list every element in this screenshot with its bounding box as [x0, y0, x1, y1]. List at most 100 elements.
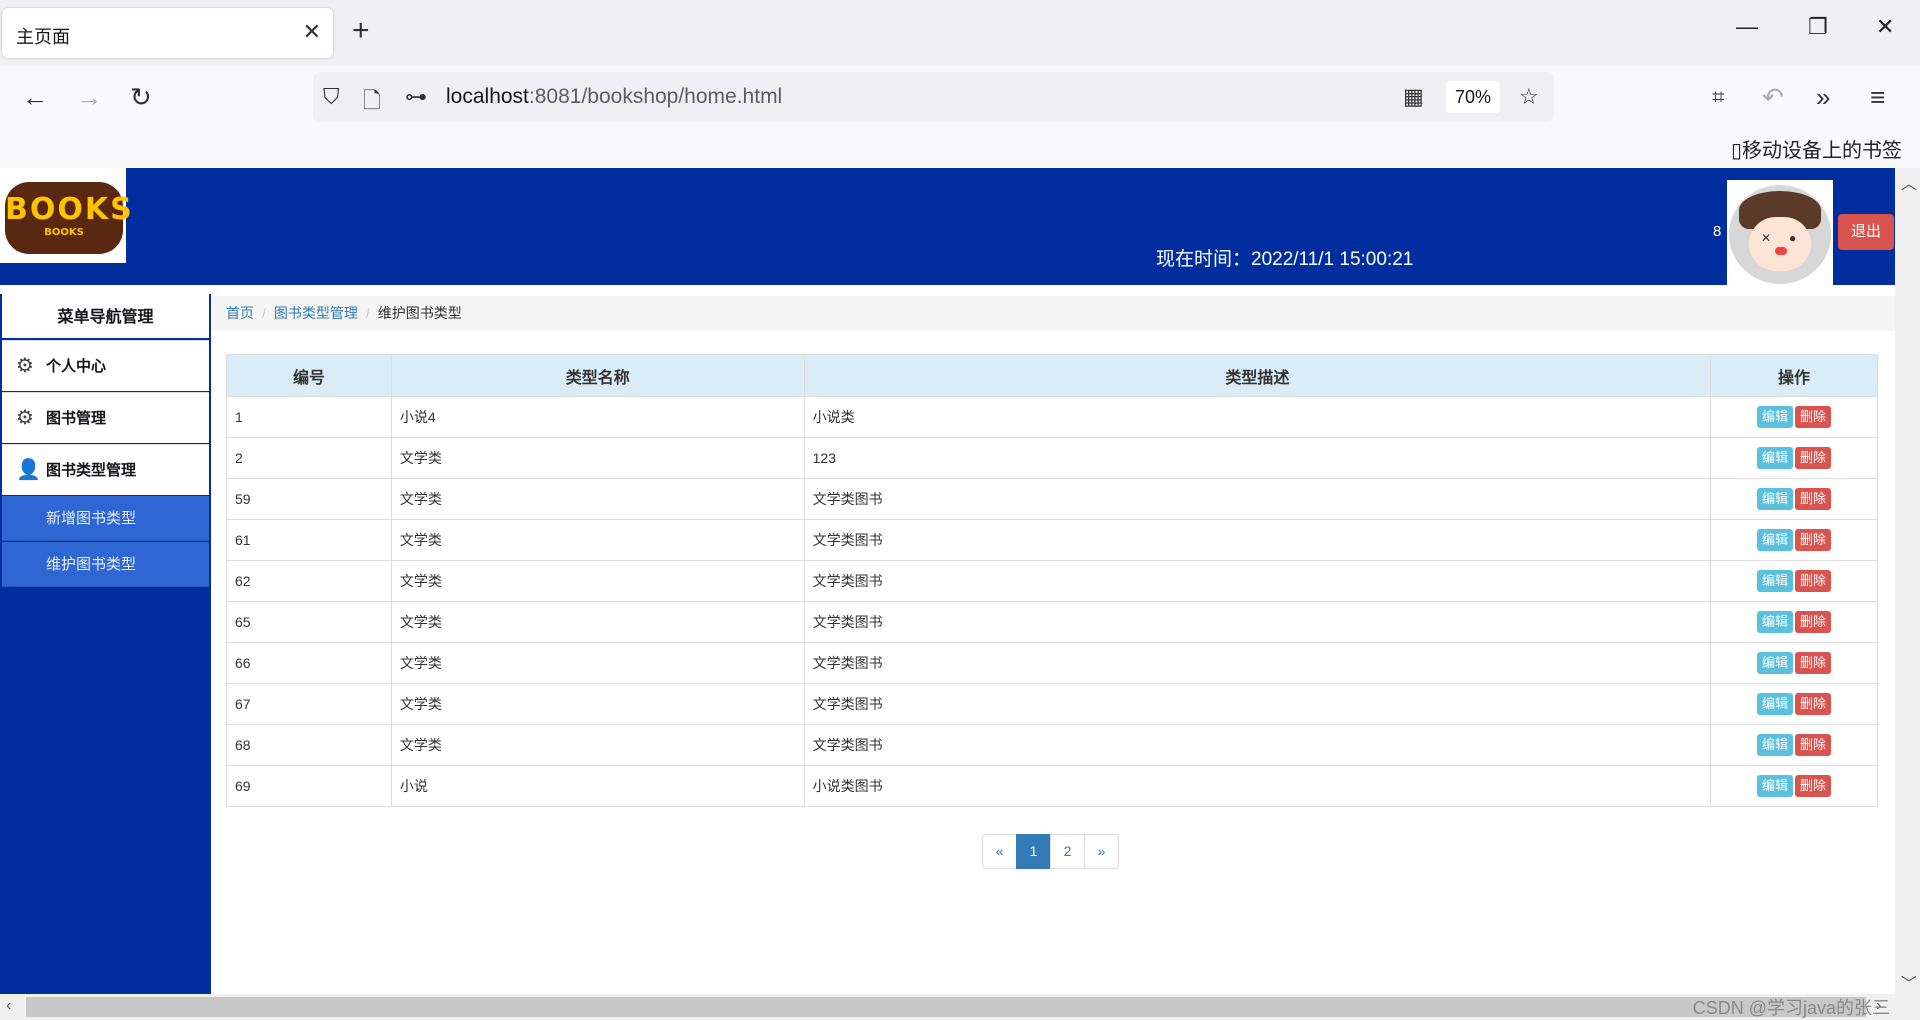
horizontal-scroll-thumb[interactable] — [26, 997, 1866, 1017]
sidebar-title: 菜单导航管理 — [2, 294, 209, 338]
address-bar[interactable]: ⛉ 🗋 ⊶ localhost:8081/bookshop/home.html … — [313, 72, 1554, 122]
sidebar-item-personal-center[interactable]: ⚙ 个人中心 — [2, 340, 209, 391]
crop-icon[interactable]: ⌗ — [1712, 82, 1724, 112]
sidebar-subitem-add-book-type[interactable]: 新增图书类型 — [2, 496, 209, 541]
mobile-bookmarks-link[interactable]: ▯移动设备上的书签 — [1731, 134, 1902, 163]
cell-actions: 编辑 删除 — [1710, 519, 1878, 561]
table-body: 1 小说4 小说类 编辑 删除 2 文学类 123 编辑 删除 59 文学类 文学类图书 编辑 删除 61 文学… — [226, 396, 1878, 807]
table-row: 59 文学类 文学类图书 编辑 删除 — [226, 478, 1878, 520]
back-icon[interactable]: ← — [22, 82, 48, 112]
forward-icon[interactable]: → — [76, 82, 102, 112]
edit-button[interactable]: 编辑 — [1757, 611, 1794, 633]
close-window-icon[interactable]: ✕ — [1876, 14, 1894, 40]
edit-button[interactable]: 编辑 — [1757, 734, 1794, 756]
cell-id: 1 — [226, 396, 392, 438]
browser-nav-bar: ← → ↻ ⛉ 🗋 ⊶ localhost:8081/bookshop/home… — [0, 66, 1920, 130]
delete-button[interactable]: 删除 — [1795, 693, 1832, 715]
cell-actions: 编辑 删除 — [1710, 601, 1878, 643]
delete-button[interactable]: 删除 — [1795, 775, 1832, 797]
logout-button[interactable]: 退出 — [1838, 214, 1894, 250]
table-row: 68 文学类 文学类图书 编辑 删除 — [226, 724, 1878, 766]
scroll-left-icon[interactable]: ‹ — [6, 997, 11, 1015]
cell-id: 62 — [226, 560, 392, 602]
overflow-icon[interactable]: » — [1816, 82, 1830, 112]
sidebar-subitem-maintain-book-type[interactable]: 维护图书类型 — [2, 542, 209, 587]
delete-button[interactable]: 删除 — [1795, 570, 1832, 592]
delete-button[interactable]: 删除 — [1795, 611, 1832, 633]
cell-id: 69 — [226, 765, 392, 807]
cell-id: 67 — [226, 683, 392, 725]
horizontal-scrollbar[interactable]: ‹ › — [0, 994, 1920, 1020]
edit-button[interactable]: 编辑 — [1757, 775, 1794, 797]
reload-icon[interactable]: ↻ — [130, 82, 152, 112]
cell-id: 66 — [226, 642, 392, 684]
breadcrumb-section-link[interactable]: 图书类型管理 — [274, 305, 358, 321]
cell-name: 文学类 — [390, 683, 805, 725]
avatar[interactable]: ✕ ● — [1727, 180, 1833, 285]
table-row: 62 文学类 文学类图书 编辑 删除 — [226, 560, 1878, 602]
cell-description: 文学类图书 — [803, 560, 1712, 602]
restore-icon[interactable]: ❐ — [1808, 14, 1828, 40]
gear-icon: ⚙ — [16, 355, 34, 377]
delete-button[interactable]: 删除 — [1795, 488, 1832, 510]
pagination-prev[interactable]: « — [982, 834, 1017, 869]
undo-icon[interactable]: ↶ — [1762, 82, 1784, 112]
delete-button[interactable]: 删除 — [1795, 734, 1832, 756]
sidebar-item-book-management[interactable]: ⚙ 图书管理 — [2, 392, 209, 443]
zoom-level[interactable]: 70% — [1446, 81, 1500, 113]
vertical-scrollbar[interactable]: ︿ ﹀ — [1895, 168, 1920, 994]
pagination-next[interactable]: » — [1084, 834, 1119, 869]
browser-tab[interactable]: 主页面 ✕ — [2, 8, 333, 58]
sidebar-item-label: 个人中心 — [46, 358, 107, 375]
shield-icon[interactable]: ⛉ — [323, 84, 340, 110]
scroll-up-icon[interactable]: ︿ — [1901, 170, 1917, 194]
sidebar-item-label: 图书管理 — [46, 410, 107, 427]
scroll-down-icon[interactable]: ﹀ — [1901, 970, 1917, 994]
cell-actions: 编辑 删除 — [1710, 396, 1878, 438]
minimize-icon[interactable]: — — [1736, 14, 1758, 40]
edit-button[interactable]: 编辑 — [1757, 529, 1794, 551]
delete-button[interactable]: 删除 — [1795, 406, 1832, 428]
breadcrumb-current: 维护图书类型 — [377, 305, 462, 321]
table-row: 2 文学类 123 编辑 删除 — [226, 437, 1878, 479]
delete-button[interactable]: 删除 — [1795, 529, 1832, 551]
bookmark-star-icon[interactable]: ☆ — [1519, 84, 1539, 110]
cell-description: 小说类图书 — [803, 765, 1712, 807]
sidebar-item-book-type-management[interactable]: 👤 图书类型管理 — [2, 444, 209, 495]
watermark: CSDN @学习java的张三 — [1692, 998, 1890, 1018]
delete-button[interactable]: 删除 — [1795, 652, 1832, 674]
edit-button[interactable]: 编辑 — [1757, 652, 1794, 674]
cell-description: 文学类图书 — [803, 642, 1712, 684]
url-text[interactable]: localhost:8081/bookshop/home.html — [446, 85, 782, 109]
column-header-actions: 操作 — [1710, 354, 1878, 397]
table-row: 66 文学类 文学类图书 编辑 删除 — [226, 642, 1878, 684]
qr-code-icon[interactable]: ▦ — [1403, 84, 1424, 110]
page-icon[interactable]: 🗋 — [363, 84, 381, 122]
pagination-page-1[interactable]: 1 — [1016, 834, 1051, 869]
cell-actions: 编辑 删除 — [1710, 560, 1878, 602]
site-header: BOOKS BOOKS 现在时间：2022/11/1 15:00:21 8 ✕ … — [0, 168, 1895, 285]
avatar-mouth — [1775, 247, 1787, 255]
edit-button[interactable]: 编辑 — [1757, 406, 1794, 428]
edit-button[interactable]: 编辑 — [1757, 447, 1794, 469]
cell-name: 文学类 — [390, 724, 805, 766]
new-tab-icon[interactable]: + — [352, 16, 370, 46]
pagination-page-2[interactable]: 2 — [1050, 834, 1085, 869]
edit-button[interactable]: 编辑 — [1757, 570, 1794, 592]
menu-icon[interactable]: ≡ — [1870, 82, 1885, 112]
key-icon[interactable]: ⊶ — [405, 84, 427, 110]
edit-button[interactable]: 编辑 — [1757, 488, 1794, 510]
edit-button[interactable]: 编辑 — [1757, 693, 1794, 715]
column-header-id: 编号 — [226, 354, 392, 397]
browser-tab-bar: 主页面 ✕ + — ❐ ✕ — [0, 0, 1920, 66]
cell-description: 小说类 — [803, 396, 1712, 438]
cell-id: 61 — [226, 519, 392, 561]
breadcrumb-home-link[interactable]: 首页 — [226, 305, 254, 321]
cell-name: 小说 — [390, 765, 805, 807]
table-header-row: 编号 类型名称 类型描述 操作 — [226, 354, 1878, 397]
close-tab-icon[interactable]: ✕ — [303, 20, 321, 44]
avatar-eye: ● — [1789, 231, 1797, 245]
delete-button[interactable]: 删除 — [1795, 447, 1832, 469]
table-row: 65 文学类 文学类图书 编辑 删除 — [226, 601, 1878, 643]
phone-icon: ▯ — [1730, 140, 1742, 162]
